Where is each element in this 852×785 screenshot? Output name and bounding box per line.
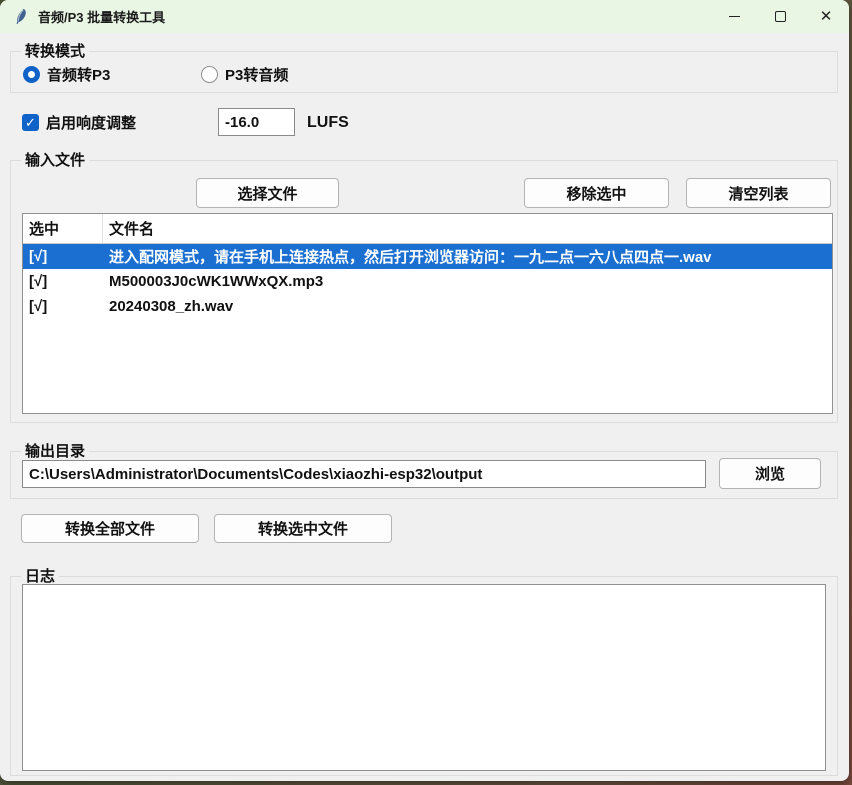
lufs-unit-label: LUFS (307, 114, 349, 132)
loudness-checkbox[interactable]: ✓ (22, 114, 39, 131)
row-filename-cell: 20240308_zh.wav (103, 294, 832, 319)
row-filename-cell: 进入配网模式，请在手机上连接热点，然后打开浏览器访问：一九二点一六八点四点一.w… (103, 244, 832, 269)
lufs-value-input[interactable] (218, 108, 295, 136)
input-files-group: 输入文件 选择文件 移除选中 清空列表 选中 文件名 [√] 进入配网模式，请在… (10, 160, 838, 423)
file-table-header: 选中 文件名 (23, 214, 832, 244)
app-feather-icon (12, 8, 29, 25)
output-dir-input[interactable] (22, 460, 706, 488)
log-textarea[interactable] (22, 584, 826, 771)
row-filename-cell: M500003J0cWK1WWxQX.mp3 (103, 269, 832, 294)
maximize-button[interactable] (757, 0, 803, 33)
row-check-cell: [√] (23, 269, 103, 294)
conversion-mode-group: 转换模式 音频转P3 P3转音频 (10, 51, 838, 93)
close-icon: ✕ (820, 9, 833, 24)
conversion-mode-label: 转换模式 (21, 42, 89, 61)
window-title: 音频/P3 批量转换工具 (38, 7, 165, 26)
column-header-checked[interactable]: 选中 (23, 214, 103, 243)
output-dir-label: 输出目录 (21, 442, 89, 461)
row-check-cell: [√] (23, 244, 103, 269)
checkmark-icon: ✓ (25, 115, 36, 131)
loudness-checkbox-row[interactable]: ✓ 启用响度调整 (22, 112, 136, 133)
convert-all-button[interactable]: 转换全部文件 (21, 514, 199, 543)
app-window: 音频/P3 批量转换工具 ✕ 转换模式 音频转P3 P3转音频 ✓ 启用响度调整… (0, 0, 849, 781)
loudness-checkbox-label: 启用响度调整 (46, 112, 136, 133)
output-dir-group: 输出目录 浏览 (10, 451, 838, 499)
minimize-icon (729, 16, 740, 17)
clear-list-button[interactable]: 清空列表 (686, 178, 831, 208)
close-button[interactable]: ✕ (803, 0, 849, 33)
radio-audio-to-p3-label: 音频转P3 (47, 64, 110, 85)
log-group: 日志 (10, 576, 838, 776)
convert-selected-button[interactable]: 转换选中文件 (214, 514, 392, 543)
minimize-button[interactable] (711, 0, 757, 33)
column-header-filename[interactable]: 文件名 (103, 214, 832, 243)
maximize-icon (775, 11, 786, 22)
browse-button[interactable]: 浏览 (719, 458, 821, 489)
table-row[interactable]: [√] 进入配网模式，请在手机上连接热点，然后打开浏览器访问：一九二点一六八点四… (23, 244, 832, 269)
radio-selected-icon (23, 66, 40, 83)
table-row[interactable]: [√] 20240308_zh.wav (23, 294, 832, 319)
titlebar[interactable]: 音频/P3 批量转换工具 ✕ (0, 0, 849, 33)
row-check-cell: [√] (23, 294, 103, 319)
window-controls: ✕ (711, 0, 849, 33)
radio-p3-to-audio-label: P3转音频 (225, 64, 288, 85)
select-files-button[interactable]: 选择文件 (196, 178, 339, 208)
input-files-label: 输入文件 (21, 151, 89, 170)
radio-unselected-icon (201, 66, 218, 83)
remove-selected-button[interactable]: 移除选中 (524, 178, 669, 208)
radio-audio-to-p3[interactable]: 音频转P3 (23, 64, 110, 85)
file-table[interactable]: 选中 文件名 [√] 进入配网模式，请在手机上连接热点，然后打开浏览器访问：一九… (22, 213, 833, 414)
radio-p3-to-audio[interactable]: P3转音频 (201, 64, 288, 85)
table-row[interactable]: [√] M500003J0cWK1WWxQX.mp3 (23, 269, 832, 294)
